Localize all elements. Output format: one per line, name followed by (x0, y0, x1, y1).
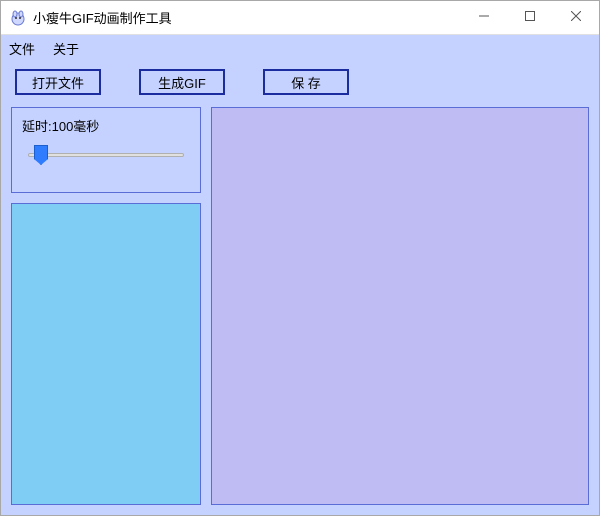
toolbar: 打开文件 生成GIF 保 存 (15, 69, 589, 95)
maximize-button[interactable] (507, 1, 553, 31)
generate-gif-button[interactable]: 生成GIF (139, 69, 225, 95)
delay-panel: 延时:100毫秒 (11, 107, 201, 193)
app-window: 小瘦牛GIF动画制作工具 文件 关于 打开文件 生成GIF 保 存 延时:10 (0, 0, 600, 516)
left-column: 延时:100毫秒 (11, 107, 201, 505)
menu-about[interactable]: 关于 (53, 39, 79, 58)
delay-slider[interactable] (28, 145, 184, 165)
slider-track (28, 153, 184, 157)
close-button[interactable] (553, 1, 599, 31)
menu-file[interactable]: 文件 (9, 39, 35, 58)
titlebar[interactable]: 小瘦牛GIF动画制作工具 (1, 1, 599, 35)
window-controls (461, 1, 599, 34)
thumbnail-panel[interactable] (11, 203, 201, 505)
delay-label: 延时:100毫秒 (22, 116, 190, 135)
content-area: 延时:100毫秒 (11, 107, 589, 505)
open-file-button[interactable]: 打开文件 (15, 69, 101, 95)
client-area: 打开文件 生成GIF 保 存 延时:100毫秒 (1, 61, 599, 515)
window-title: 小瘦牛GIF动画制作工具 (33, 8, 461, 27)
app-icon (9, 9, 27, 27)
slider-thumb[interactable] (34, 145, 48, 165)
save-button[interactable]: 保 存 (263, 69, 349, 95)
preview-panel[interactable] (211, 107, 589, 505)
menubar: 文件 关于 (1, 35, 599, 61)
minimize-button[interactable] (461, 1, 507, 31)
